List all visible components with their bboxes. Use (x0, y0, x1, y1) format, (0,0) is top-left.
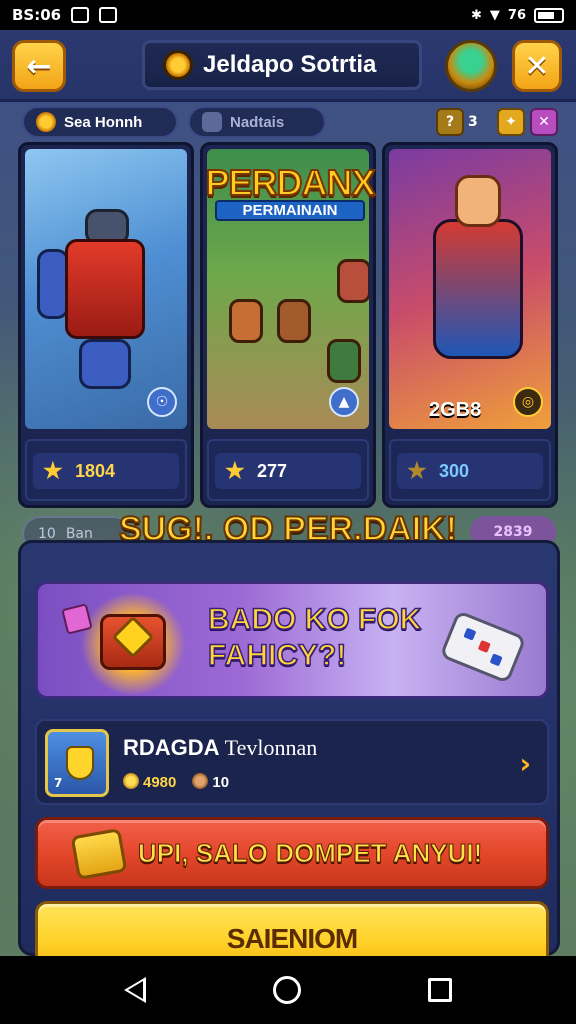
hero-artwork: 2GB8 ◎ (389, 149, 551, 429)
gold-box-icon (70, 827, 128, 881)
token-icon (192, 773, 209, 789)
tab-primary-label: Sea Honnh (64, 113, 143, 131)
character-brawler (337, 259, 369, 303)
game-screen: ← Jeldapo Sotrtia ✕ Sea Honnh Nadtais ? … (0, 30, 576, 956)
chevron-right-icon[interactable]: › (519, 747, 531, 780)
back-button[interactable]: ← (12, 40, 66, 92)
swords-icon[interactable]: ✕ (530, 108, 558, 136)
card-hero[interactable]: 2GB8 ◎ ★ 300 (382, 142, 558, 508)
promo-text: BADO KO FOK FAHICY?! (207, 602, 458, 674)
card-value-text: 300 (439, 460, 470, 481)
card-robot[interactable]: ☉ ★ 1804 (18, 142, 194, 508)
page-title: Jeldapo Sotrtia (203, 51, 377, 78)
signal-level: 76 (507, 7, 526, 23)
item-thumbnail: 7 (45, 729, 109, 797)
notification-icon (71, 7, 90, 23)
nav-recent-apps-icon[interactable] (428, 978, 453, 1002)
gift-icon[interactable]: ✦ (497, 108, 525, 136)
key-icon[interactable]: ? (436, 108, 464, 136)
star-icon: ★ (225, 458, 245, 483)
character-fox (229, 299, 263, 343)
battery-icon (534, 7, 564, 23)
confirm-button[interactable]: SAIENIOM (35, 901, 549, 956)
character-goblin (327, 339, 361, 383)
trophy-icon (66, 746, 94, 780)
card-badge-icon[interactable]: ▲ (329, 387, 359, 417)
title-coin-icon (163, 50, 193, 80)
logo-main-text: PERDANX (204, 161, 376, 204)
robot-leg (79, 339, 131, 389)
square-icon (202, 112, 222, 132)
wallet-button-label: UPI, SALO DOMPET ANYUI! (137, 838, 483, 869)
item-stat-coins: 4980 (123, 773, 176, 791)
promo-banner[interactable]: BADO KO FOK FAHICY?! (35, 581, 549, 699)
gem-shield-icon[interactable] (445, 40, 497, 92)
promo-line-1: BADO KO FOK (207, 602, 422, 637)
card-footer: ★ 1804 (25, 439, 187, 501)
character-warrior (277, 299, 311, 343)
close-button[interactable]: ✕ (512, 40, 562, 92)
robot-artwork: ☉ (25, 149, 187, 429)
card-value: ★ 300 (397, 453, 543, 489)
item-row[interactable]: 7 RDAGDA Tevlonnan 4980 10 › (35, 719, 549, 805)
tab-primary[interactable]: Sea Honnh (22, 106, 178, 138)
card-footer: ★ 277 (207, 439, 369, 501)
nav-back-icon[interactable] (123, 977, 146, 1003)
android-nav-bar (0, 956, 576, 1024)
card-carousel: ☉ ★ 1804 ▲ ★ 277 2GB8 ◎ ★ 300 PERDANX PE… (18, 142, 558, 508)
wifi-icon: ▼ (489, 7, 500, 23)
robot-body (65, 239, 145, 339)
item-title-rest: Tevlonnan (224, 735, 318, 760)
card-footer: ★ 300 (389, 439, 551, 501)
card-badge-icon[interactable]: ☉ (147, 387, 177, 417)
card-value-text: 277 (257, 460, 288, 481)
confirm-button-label: SAIENIOM (226, 923, 358, 954)
sub-bar: Sea Honnh Nadtais ? 3 ✦ ✕ (0, 104, 576, 144)
tab-secondary[interactable]: Nadtais (188, 106, 326, 138)
app-notification-icon (99, 7, 118, 23)
hero-body (433, 219, 523, 359)
coin-icon (123, 773, 139, 789)
wallet-button[interactable]: UPI, SALO DOMPET ANYUI! (35, 817, 549, 889)
title-plate: Jeldapo Sotrtia (142, 40, 422, 90)
nav-home-icon[interactable] (272, 976, 301, 1004)
game-logo: PERDANX PERMAINAIN (182, 161, 398, 248)
card-badge-icon[interactable]: ◎ (513, 387, 543, 417)
clock: BS:06 (12, 6, 62, 24)
status-bar: BS:06 ✱ ▼ 76 (0, 0, 576, 30)
card-value: ★ 277 (215, 453, 361, 489)
top-bar: ← Jeldapo Sotrtia ✕ (0, 30, 576, 102)
badge-count: 3 (468, 114, 478, 130)
item-level: 7 (54, 776, 63, 790)
coin-icon (36, 112, 56, 132)
item-title-bold: RDAGDA (123, 735, 220, 760)
promo-line-2: FAHICY?! (207, 638, 347, 673)
card-tag: 2GB8 (429, 399, 482, 421)
offer-panel: BADO KO FOK FAHICY?! 7 RDAGDA Tevlonnan … (18, 540, 560, 956)
card-value: ★ 1804 (33, 453, 179, 489)
hero-head (455, 175, 501, 227)
item-stat-tokens-value: 10 (212, 774, 230, 791)
bluetooth-icon: ✱ (471, 7, 482, 23)
item-stat-tokens: 10 (192, 773, 229, 791)
item-stat-coins-value: 4980 (143, 774, 177, 791)
card-value-text: 1804 (75, 460, 116, 481)
star-icon: ★ (407, 458, 427, 483)
item-stats: 4980 10 (123, 773, 229, 791)
tab-secondary-label: Nadtais (230, 113, 285, 131)
item-title: RDAGDA Tevlonnan (123, 735, 317, 761)
star-icon: ★ (43, 458, 63, 483)
